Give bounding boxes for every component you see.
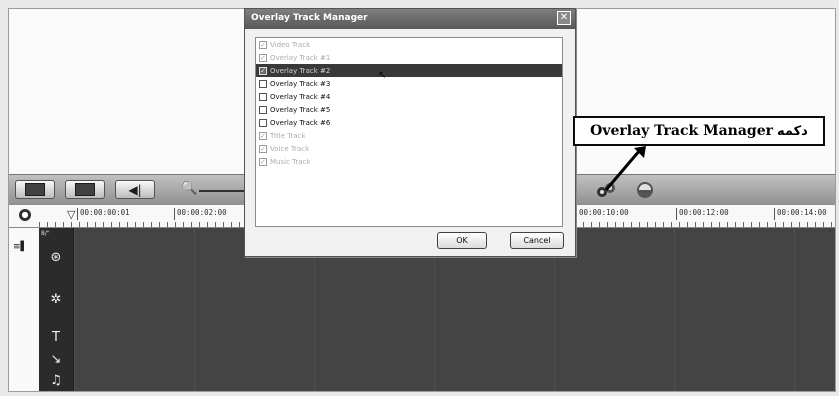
track-list-label: Overlay Track #5 <box>270 105 331 114</box>
checkbox-unchecked[interactable] <box>259 79 267 88</box>
annotation-callout: Overlay Track Manager دکمه <box>573 116 825 146</box>
ruler-timecode: 00:00:14:00 <box>774 208 827 220</box>
track-header-column: 8/" ⊛ ✲ T ↘ ♫ <box>39 228 74 391</box>
speaker-icon: ◀| <box>128 182 142 197</box>
track-list-item[interactable]: ✓ Music Track <box>256 155 562 168</box>
ruler-timecode: 00:00:00:01 <box>77 208 130 220</box>
voice-track-icon[interactable]: ↘ <box>46 350 66 370</box>
track-list-item[interactable]: Overlay Track #6 <box>256 116 562 129</box>
checkbox-unchecked[interactable] <box>259 92 267 101</box>
checkbox-checked[interactable]: ✓ <box>259 144 267 153</box>
track-list-item[interactable]: ✓ Overlay Track #1 <box>256 51 562 64</box>
timeline-icon <box>75 183 95 196</box>
ruler-timecode: 00:00:02:00 <box>174 208 227 220</box>
cancel-button[interactable]: Cancel <box>510 232 564 249</box>
overlay-track-icon[interactable]: ✲ <box>46 290 66 310</box>
scroll-marker-icon[interactable]: › <box>828 226 832 236</box>
video-track-icon[interactable]: ⊛ <box>46 248 66 268</box>
zoom-icon[interactable]: 🔍 <box>181 181 197 196</box>
track-header-label: 8/" <box>41 230 50 237</box>
track-list-item[interactable]: Overlay Track #4 <box>256 90 562 103</box>
home-icon[interactable]: ● <box>19 209 31 221</box>
close-button[interactable]: ✕ <box>557 11 571 25</box>
track-list-label: Music Track <box>270 157 311 166</box>
track-list-item[interactable]: Overlay Track #3 <box>256 77 562 90</box>
checkbox-checked[interactable]: ✓ <box>259 66 267 75</box>
callout-english-text: Overlay Track Manager <box>590 123 773 139</box>
track-list-item[interactable]: ✓ Voice Track <box>256 142 562 155</box>
track-list-item[interactable]: ✓ Overlay Track #2 ↖ <box>256 64 562 81</box>
track-list-item[interactable]: ✓ Video Track <box>256 38 562 51</box>
track-list-label: Title Track <box>270 131 306 140</box>
track-checkbox-list: ✓ Video Track ✓ Overlay Track #1 ✓ Overlay Tr… <box>255 37 563 227</box>
checkbox-checked[interactable]: ✓ <box>259 40 267 49</box>
ruler-timecode: 00:00:10:00 <box>576 208 629 220</box>
checkbox-checked[interactable]: ✓ <box>259 131 267 140</box>
track-list-label: Overlay Track #1 <box>270 53 331 62</box>
checkbox-checked[interactable]: ✓ <box>259 53 267 62</box>
track-list-label: Overlay Track #6 <box>270 118 331 127</box>
ruler-timecode: 00:00:12:00 <box>676 208 729 220</box>
track-list-item[interactable]: ✓ Title Track <box>256 129 562 142</box>
checkbox-unchecked[interactable] <box>259 118 267 127</box>
track-list-label: Overlay Track #3 <box>270 79 331 88</box>
checkbox-checked[interactable]: ✓ <box>259 157 267 166</box>
track-list-label: Voice Track <box>270 144 310 153</box>
storyboard-view-button[interactable] <box>15 180 55 199</box>
callout-persian-text: دکمه <box>777 123 808 139</box>
track-list-label: Video Track <box>270 40 311 49</box>
dialog-title: Overlay Track Manager <box>251 13 368 23</box>
audio-view-button[interactable]: ◀| <box>115 180 155 199</box>
dialog-title-bar[interactable]: Overlay Track Manager ✕ <box>245 9 575 29</box>
track-control-icon[interactable]: ≡▌ <box>13 242 27 252</box>
title-track-icon[interactable]: T <box>46 328 66 348</box>
left-control-strip: ≡▌ <box>9 228 39 391</box>
callout-arrow <box>604 146 646 191</box>
storyboard-icon <box>25 183 45 196</box>
music-track-icon[interactable]: ♫ <box>46 371 66 391</box>
ok-button[interactable]: OK <box>437 232 487 249</box>
checkbox-unchecked[interactable] <box>259 105 267 114</box>
track-list-label: Overlay Track #2 <box>270 66 331 75</box>
overlay-track-manager-dialog: Overlay Track Manager ✕ ✓ Video Track ✓ Ove… <box>244 8 576 257</box>
timeline-view-button[interactable] <box>65 180 105 199</box>
playhead-icon[interactable]: ▽ <box>67 208 75 221</box>
track-list-item[interactable]: Overlay Track #5 <box>256 103 562 116</box>
track-list-label: Overlay Track #4 <box>270 92 331 101</box>
